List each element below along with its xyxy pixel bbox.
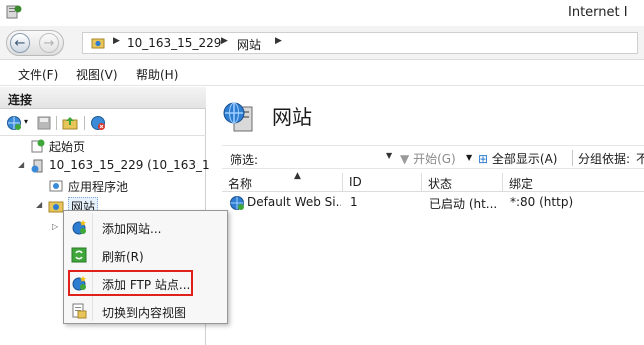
website-globe-icon <box>230 196 244 210</box>
column-label: 绑定 <box>509 177 534 191</box>
menu-item-switch-content-view[interactable]: 切换到内容视图 <box>66 299 225 323</box>
menu-item-label: 添加网站... <box>102 222 162 236</box>
column-header-binding[interactable]: 绑定 <box>503 173 644 192</box>
menu-item-add-website[interactable]: 添加网站... <box>66 215 225 239</box>
start-filter-button[interactable]: ▼ 开始(G) <box>400 150 456 167</box>
title-bar: Internet I <box>0 0 644 26</box>
breadcrumb-sites[interactable]: 网站 <box>237 36 261 53</box>
breadcrumb-separator: ▶ <box>113 36 120 46</box>
iis-manager-icon <box>6 5 22 19</box>
nav-buttons: ← → <box>6 30 64 56</box>
column-header-id[interactable]: ID <box>343 173 422 192</box>
menu-bar: 文件(F) 视图(V) 帮助(H) <box>0 60 644 86</box>
column-header-name[interactable]: 名称 ▲ <box>222 171 343 192</box>
show-all-button[interactable]: ⊞ 全部显示(A) <box>478 150 557 167</box>
connections-toolbar: ▾ <box>0 110 206 136</box>
highlight-box <box>68 270 193 296</box>
add-website-icon <box>72 220 86 235</box>
filter-label: 筛选: <box>230 153 259 167</box>
connections-header: 连接 <box>0 87 206 109</box>
start-dropdown-icon[interactable]: ▼ <box>466 153 472 162</box>
filter-bar: 筛选: ▼ ▼ 开始(G) ▼ ⊞ 全部显示(A) 分组依据: 不 <box>222 145 644 169</box>
refresh-icon <box>71 247 87 263</box>
page-title: 网站 <box>272 105 312 129</box>
collapse-arrow-icon[interactable]: ◢ <box>18 160 27 169</box>
toolbar-divider <box>84 116 85 130</box>
show-all-icon: ⊞ <box>478 152 489 166</box>
filter-input[interactable] <box>272 148 396 166</box>
breadcrumb-separator: ▶ <box>275 36 282 46</box>
up-level-icon[interactable] <box>62 115 78 131</box>
window-title: Internet I <box>568 5 628 20</box>
tree-label: 起始页 <box>49 140 86 154</box>
site-binding-cell: *:80 (http) <box>510 195 574 209</box>
collapse-arrow-icon[interactable]: ◢ <box>36 200 45 209</box>
start-filter-label: 开始(G) <box>413 152 456 166</box>
menu-item-label: 切换到内容视图 <box>102 306 187 320</box>
sites-content-pane: 网站 筛选: ▼ ▼ 开始(G) ▼ ⊞ 全部显示(A) 分组依据: 不 名称 … <box>210 87 644 345</box>
breadcrumb-separator: ▶ <box>221 36 228 46</box>
tree-label: 10_163_15_229 (10_163_15_ <box>49 158 224 172</box>
menu-view[interactable]: 视图(V) <box>76 66 118 83</box>
app-pool-icon <box>49 180 63 192</box>
site-status-cell: 已启动 (ht... <box>429 197 498 211</box>
context-menu: 添加网站... 刷新(R) 添加 FTP 站点... 切换到内容视图 <box>63 210 228 324</box>
column-header-status[interactable]: 状态 <box>422 173 503 192</box>
funnel-icon: ▼ <box>400 152 410 166</box>
sites-folder-icon <box>48 201 64 213</box>
show-all-label: 全部显示(A) <box>491 152 558 166</box>
toolbar-divider <box>56 116 57 130</box>
group-by-label: 分组依据: <box>578 152 631 166</box>
back-arrow-icon: ← <box>14 35 26 51</box>
sort-ascending-icon: ▲ <box>294 171 301 181</box>
connect-globe-icon[interactable] <box>6 115 22 131</box>
site-name-cell: Default Web Si... <box>247 195 341 209</box>
tree-item-server[interactable]: ◢ 10_163_15_229 (10_163_15_ <box>0 157 223 175</box>
column-label: 状态 <box>428 177 453 191</box>
site-id-cell: 1 <box>350 195 358 209</box>
site-folder-icon <box>91 38 105 49</box>
tree-item-start-page[interactable]: 起始页 <box>0 137 206 155</box>
filter-dropdown-icon[interactable]: ▼ <box>386 151 392 160</box>
server-icon <box>31 159 43 173</box>
save-icon[interactable] <box>36 115 52 131</box>
navigation-bar: ← → ▶ 10_163_15_229 ▶ 网站 ▶ <box>0 26 644 60</box>
column-label: 名称 <box>228 177 253 191</box>
list-header: 名称 ▲ ID 状态 绑定 <box>222 171 644 192</box>
forward-button[interactable]: → <box>39 33 59 53</box>
filter-divider <box>572 150 573 166</box>
connect-dropdown-icon[interactable]: ▾ <box>24 117 28 126</box>
back-button[interactable]: ← <box>10 33 30 53</box>
group-by-select[interactable]: 不 <box>636 150 644 167</box>
expand-arrow-icon[interactable]: ▷ <box>52 222 61 231</box>
column-label: ID <box>349 175 362 189</box>
content-view-icon <box>72 303 87 319</box>
menu-item-label: 刷新(R) <box>102 250 144 264</box>
sites-page-icon <box>223 102 253 132</box>
disconnect-icon[interactable] <box>90 115 106 131</box>
menu-file[interactable]: 文件(F) <box>18 66 58 83</box>
breadcrumb-server[interactable]: 10_163_15_229 <box>127 36 221 50</box>
forward-arrow-icon: → <box>43 35 55 51</box>
tree-label: 应用程序池 <box>68 180 129 194</box>
table-row[interactable]: Default Web Si... 1 已启动 (ht... *:80 (htt… <box>222 194 644 212</box>
start-page-icon <box>31 139 45 153</box>
menu-help[interactable]: 帮助(H) <box>136 66 178 83</box>
address-bar[interactable]: ▶ 10_163_15_229 ▶ 网站 ▶ <box>82 32 638 54</box>
menu-item-refresh[interactable]: 刷新(R) <box>66 243 225 267</box>
tree-item-app-pools[interactable]: 应用程序池 <box>0 177 206 195</box>
